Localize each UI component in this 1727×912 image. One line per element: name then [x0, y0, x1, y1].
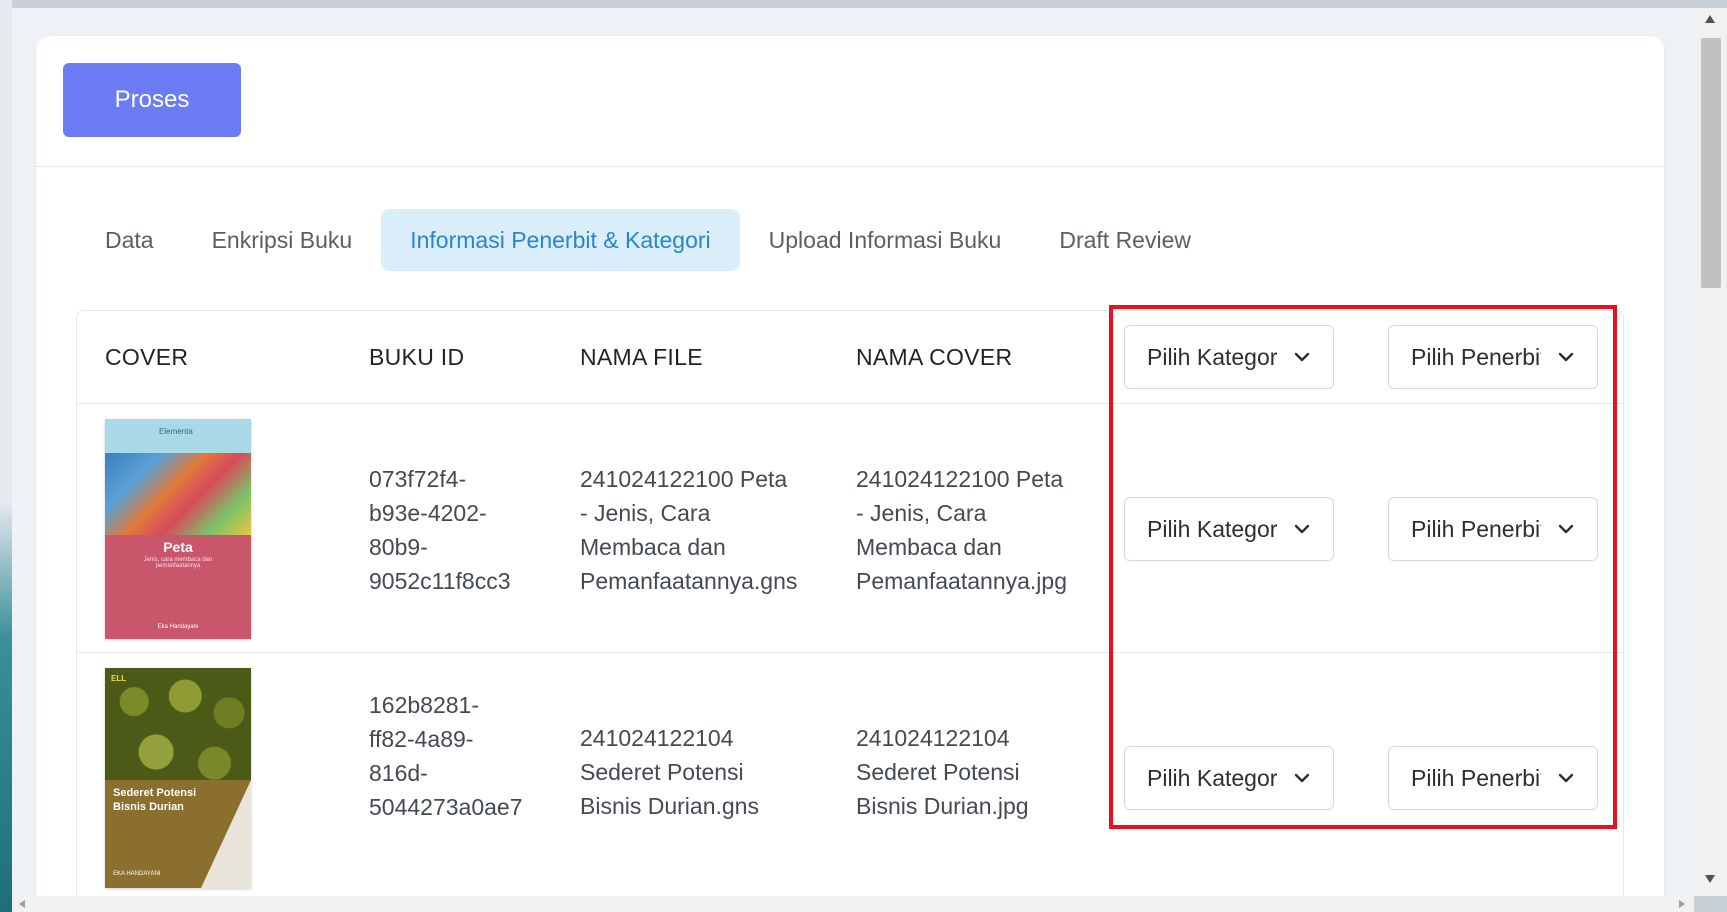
buku-id-line: 5044273a0ae7 [369, 794, 523, 820]
tab-informasi-penerbit-kategori[interactable]: Informasi Penerbit & Kategori [381, 209, 740, 271]
cover-header-band [105, 419, 251, 453]
buku-id-line: ff82-4a89- [369, 726, 474, 752]
buku-id-line: 9052c11f8cc3 [369, 568, 511, 594]
nama-file-line: - Jenis, Cara [580, 500, 711, 526]
nama-cover-cell: 241024122100 Peta - Jenis, Cara Membaca … [856, 462, 1067, 598]
book-cover-image[interactable]: Elementa Peta Jenis, cara membaca dan pe… [105, 419, 251, 639]
tab-data[interactable]: Data [76, 209, 183, 271]
header-nama-cover: NAMA COVER [856, 344, 1013, 370]
cover-author: EKA HANDAYANI [113, 871, 161, 877]
buku-id-line: 073f72f4- [369, 466, 467, 492]
durian-illustration [105, 668, 251, 780]
nama-file-cell: 241024122100 Peta - Jenis, Cara Membaca … [580, 462, 797, 598]
nama-cover-line: Bisnis Durian.jpg [856, 793, 1029, 819]
nama-file-line: Pemanfaatannya.gns [580, 568, 798, 594]
buku-id-cell: 073f72f4- b93e-4202- 80b9- 9052c11f8cc3 [369, 462, 511, 598]
nama-cover-line: Membaca dan [856, 534, 1002, 560]
header-buku-id: BUKU ID [369, 344, 465, 370]
cover-title: Sederet Potensi Bisnis Durian [113, 787, 197, 813]
annotation-highlight-box [1109, 305, 1617, 829]
buku-id-cell: 162b8281- ff82-4a89- 816d- 5044273a0ae7 [369, 688, 523, 824]
cover-title: Peta [163, 539, 193, 555]
buku-id-line: 162b8281- [369, 692, 479, 718]
scroll-left-arrow-icon[interactable] [18, 899, 26, 909]
tab-enkripsi-buku[interactable]: Enkripsi Buku [183, 209, 382, 271]
scroll-up-arrow-icon[interactable] [1704, 14, 1716, 24]
cover-subtitle: Jenis, cara membaca dan pemanfaatannya [143, 557, 213, 569]
nama-file-cell: 241024122104 Sederet Potensi Bisnis Duri… [580, 721, 759, 823]
scroll-right-arrow-icon[interactable] [1678, 899, 1686, 909]
nama-cover-line: 241024122104 [856, 725, 1010, 751]
proses-button[interactable]: Proses [63, 63, 241, 137]
cover-brand: Elementa [159, 427, 193, 436]
nama-file-line: Membaca dan [580, 534, 726, 560]
tab-draft-review[interactable]: Draft Review [1030, 209, 1220, 271]
buku-id-line: 816d- [369, 760, 428, 786]
nama-file-line: Bisnis Durian.gns [580, 793, 759, 819]
scroll-down-arrow-icon[interactable] [1704, 874, 1716, 884]
nama-cover-line: 241024122100 Peta [856, 466, 1064, 492]
buku-id-line: b93e-4202- [369, 500, 487, 526]
tab-bar: Data Enkripsi Buku Informasi Penerbit & … [76, 209, 1220, 271]
cover-brand: ELL [111, 674, 127, 683]
map-illustration [105, 453, 251, 535]
vertical-scrollbar-thumb[interactable] [1701, 38, 1721, 288]
nama-cover-line: Sederet Potensi [856, 759, 1020, 785]
nama-cover-line: Pemanfaatannya.jpg [856, 568, 1067, 594]
nama-file-line: Sederet Potensi [580, 759, 744, 785]
cover-author: Eka Handayani [157, 624, 199, 630]
nama-cover-line: - Jenis, Cara [856, 500, 987, 526]
nama-cover-cell: 241024122104 Sederet Potensi Bisnis Duri… [856, 721, 1029, 823]
card-divider [36, 166, 1664, 167]
background-strip [0, 0, 12, 912]
horizontal-scrollbar[interactable] [12, 896, 1694, 912]
header-cover: COVER [105, 344, 189, 370]
book-cover-image[interactable]: ELL Sederet Potensi Bisnis Durian EKA HA… [105, 668, 251, 888]
nama-file-line: 241024122100 Peta [580, 466, 788, 492]
header-nama-file: NAMA FILE [580, 344, 703, 370]
nama-file-line: 241024122104 [580, 725, 734, 751]
buku-id-line: 80b9- [369, 534, 428, 560]
tab-upload-informasi-buku[interactable]: Upload Informasi Buku [740, 209, 1031, 271]
